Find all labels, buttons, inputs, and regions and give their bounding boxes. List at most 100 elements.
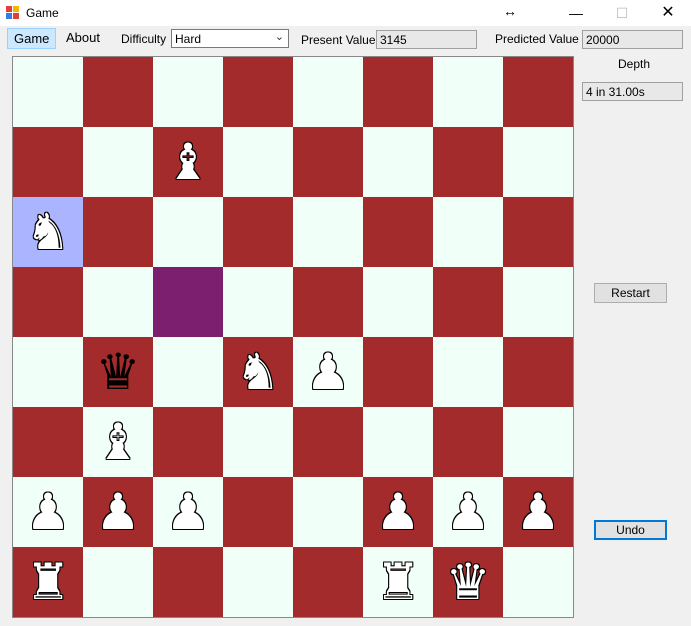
white-knight-icon[interactable]: ♞: [223, 337, 293, 407]
menu-game[interactable]: Game: [7, 28, 57, 49]
square-b2[interactable]: ♟: [83, 477, 153, 547]
square-f5[interactable]: [363, 267, 433, 337]
square-a1[interactable]: ♜: [13, 547, 83, 617]
square-g1[interactable]: ♛: [433, 547, 503, 617]
square-h6[interactable]: [503, 197, 573, 267]
square-g7[interactable]: [433, 127, 503, 197]
square-c3[interactable]: [153, 407, 223, 477]
square-g6[interactable]: [433, 197, 503, 267]
square-f1[interactable]: ♜: [363, 547, 433, 617]
square-d4[interactable]: ♞: [223, 337, 293, 407]
square-c7[interactable]: ♝: [153, 127, 223, 197]
maximize-button[interactable]: ☐: [599, 0, 645, 26]
difficulty-value: Hard: [175, 32, 202, 46]
square-g3[interactable]: [433, 407, 503, 477]
white-pawn-icon[interactable]: ♟: [363, 477, 433, 547]
square-h4[interactable]: [503, 337, 573, 407]
square-h8[interactable]: [503, 57, 573, 127]
square-h2[interactable]: ♟: [503, 477, 573, 547]
square-c2[interactable]: ♟: [153, 477, 223, 547]
present-value-field[interactable]: 3145: [376, 30, 477, 49]
depth-label: Depth: [618, 57, 651, 71]
square-b4[interactable]: ♛: [83, 337, 153, 407]
square-g5[interactable]: [433, 267, 503, 337]
square-b8[interactable]: [83, 57, 153, 127]
square-f2[interactable]: ♟: [363, 477, 433, 547]
square-e5[interactable]: [293, 267, 363, 337]
square-f8[interactable]: [363, 57, 433, 127]
white-bishop-icon[interactable]: ♝: [153, 127, 223, 197]
white-bishop-icon[interactable]: ♝: [83, 407, 153, 477]
square-c5[interactable]: [153, 267, 223, 337]
present-value-label: Present Value: [301, 33, 376, 47]
window-title: Game: [26, 6, 59, 20]
white-pawn-icon[interactable]: ♟: [293, 337, 363, 407]
title-bar: Game ↔ — ☐ ✕: [0, 0, 691, 26]
close-button[interactable]: ✕: [645, 0, 691, 26]
menu-about[interactable]: About: [60, 28, 106, 47]
restart-button[interactable]: Restart: [594, 283, 667, 303]
white-pawn-icon[interactable]: ♟: [83, 477, 153, 547]
square-e3[interactable]: [293, 407, 363, 477]
square-a5[interactable]: [13, 267, 83, 337]
black-queen-icon[interactable]: ♛: [83, 337, 153, 407]
square-d8[interactable]: [223, 57, 293, 127]
square-g8[interactable]: [433, 57, 503, 127]
square-f6[interactable]: [363, 197, 433, 267]
square-a7[interactable]: [13, 127, 83, 197]
square-f3[interactable]: [363, 407, 433, 477]
white-queen-icon[interactable]: ♛: [433, 547, 503, 617]
square-b7[interactable]: [83, 127, 153, 197]
square-h7[interactable]: [503, 127, 573, 197]
square-b6[interactable]: [83, 197, 153, 267]
white-knight-icon[interactable]: ♞: [13, 197, 83, 267]
white-pawn-icon[interactable]: ♟: [153, 477, 223, 547]
square-b3[interactable]: ♝: [83, 407, 153, 477]
white-pawn-icon[interactable]: ♟: [13, 477, 83, 547]
square-a2[interactable]: ♟: [13, 477, 83, 547]
minimize-button[interactable]: —: [553, 0, 599, 26]
square-c8[interactable]: [153, 57, 223, 127]
square-e2[interactable]: [293, 477, 363, 547]
square-g4[interactable]: [433, 337, 503, 407]
square-e6[interactable]: [293, 197, 363, 267]
square-d5[interactable]: [223, 267, 293, 337]
white-rook-icon[interactable]: ♜: [363, 547, 433, 617]
square-b5[interactable]: [83, 267, 153, 337]
square-e1[interactable]: [293, 547, 363, 617]
square-h3[interactable]: [503, 407, 573, 477]
square-a6[interactable]: ♞: [13, 197, 83, 267]
square-a3[interactable]: [13, 407, 83, 477]
square-d6[interactable]: [223, 197, 293, 267]
square-a8[interactable]: [13, 57, 83, 127]
square-f7[interactable]: [363, 127, 433, 197]
square-f4[interactable]: [363, 337, 433, 407]
square-e7[interactable]: [293, 127, 363, 197]
white-pawn-icon[interactable]: ♟: [433, 477, 503, 547]
square-h5[interactable]: [503, 267, 573, 337]
square-b1[interactable]: [83, 547, 153, 617]
square-c1[interactable]: [153, 547, 223, 617]
white-rook-icon[interactable]: ♜: [13, 547, 83, 617]
square-d1[interactable]: [223, 547, 293, 617]
chess-board: ♝ ♞ ♛ ♞ ♟ ♝ ♟ ♟ ♟ ♟ ♟ ♟ ♜ ♜ ♛: [12, 56, 574, 618]
square-c6[interactable]: [153, 197, 223, 267]
predicted-value-field[interactable]: 20000: [582, 30, 683, 49]
square-a4[interactable]: [13, 337, 83, 407]
app-icon: [6, 6, 20, 20]
white-pawn-icon[interactable]: ♟: [503, 477, 573, 547]
predicted-value-label: Predicted Value: [495, 32, 579, 46]
square-d2[interactable]: [223, 477, 293, 547]
square-c4[interactable]: [153, 337, 223, 407]
resize-arrows-icon: ↔: [503, 3, 517, 19]
square-d3[interactable]: [223, 407, 293, 477]
close-icon: ✕: [661, 4, 675, 21]
square-e8[interactable]: [293, 57, 363, 127]
square-h1[interactable]: [503, 547, 573, 617]
square-d7[interactable]: [223, 127, 293, 197]
square-g2[interactable]: ♟: [433, 477, 503, 547]
difficulty-select[interactable]: Hard ⌄: [171, 29, 289, 48]
square-e4[interactable]: ♟: [293, 337, 363, 407]
depth-field[interactable]: 4 in 31.00s: [582, 82, 683, 101]
undo-button[interactable]: Undo: [594, 520, 667, 540]
